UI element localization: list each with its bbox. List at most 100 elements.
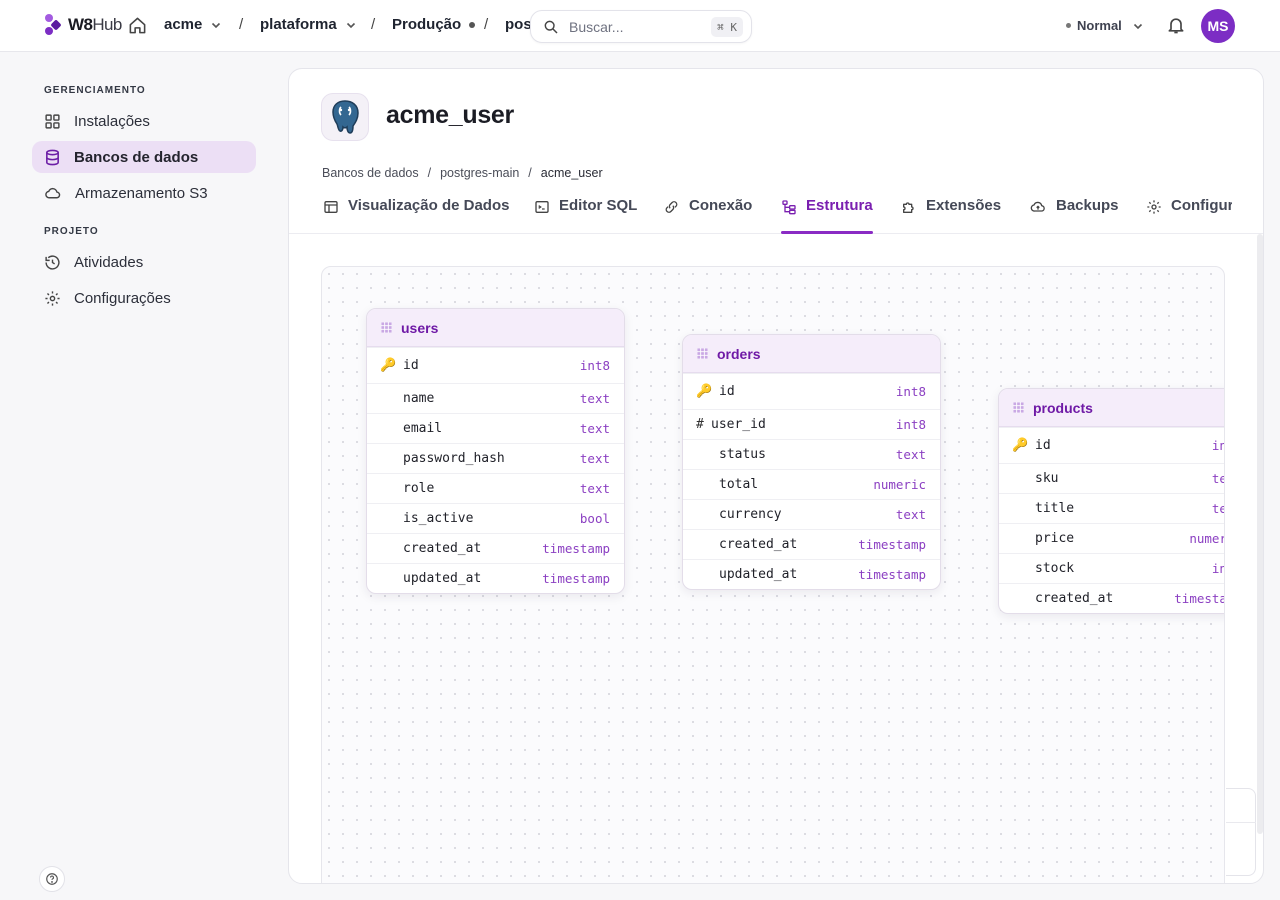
project-name: plataforma — [260, 16, 337, 33]
help-button[interactable] — [39, 866, 65, 892]
table-node-products[interactable]: products 🔑 id int8 sku text title text pri… — [998, 388, 1224, 614]
breadcrumb-item-instance[interactable]: postgres-main — [440, 166, 519, 180]
breadcrumb-separator: / — [427, 166, 432, 180]
gear-icon — [45, 290, 60, 306]
cloud-icon — [45, 187, 61, 198]
column-row[interactable]: # user_id int8 — [683, 409, 940, 439]
breadcrumb-separator: / — [528, 166, 532, 180]
column-type: timestamp — [858, 537, 926, 552]
column-name: id — [1035, 438, 1051, 453]
column-name: is_active — [403, 511, 474, 526]
resource-name: pos — [505, 16, 532, 33]
table-node-orders[interactable]: orders 🔑 id int8 # user_id int8 status te… — [682, 334, 941, 590]
bell-icon[interactable] — [1166, 15, 1186, 35]
column-row[interactable]: currency text — [683, 499, 940, 529]
table-grid-icon — [1013, 402, 1024, 413]
column-row[interactable]: 🔑 id int8 — [999, 427, 1224, 463]
column-row[interactable]: stock int4 — [999, 553, 1224, 583]
column-type: int8 — [895, 384, 926, 399]
tab-label: Conexão — [689, 197, 753, 214]
column-row[interactable]: price numeric — [999, 523, 1224, 553]
column-type: text — [895, 507, 926, 522]
column-row[interactable]: updated_at timestamp — [367, 563, 624, 593]
org-switcher[interactable]: acme — [164, 16, 222, 33]
table-icon — [324, 201, 338, 213]
breadcrumb-item-databases[interactable]: Bancos de dados — [322, 166, 419, 180]
column-type: text — [579, 391, 610, 406]
environment-switcher[interactable]: Produção — [392, 16, 476, 33]
search-input[interactable]: Buscar... ⌘ K — [530, 10, 752, 43]
home-icon[interactable] — [128, 16, 147, 35]
schema-canvas[interactable]: users 🔑 id int8 name text email text passw… — [321, 266, 1225, 883]
sidebar-item-s3-storage[interactable]: Armazenamento S3 — [32, 177, 256, 209]
project-switcher[interactable]: plataforma — [260, 16, 357, 33]
tab-connection[interactable]: Conexão — [663, 197, 752, 234]
tab-data-view[interactable]: Visualização de Dados — [323, 197, 509, 234]
sidebar-item-settings[interactable]: Configurações — [32, 282, 256, 314]
brand-logo[interactable]: W8Hub — [43, 12, 122, 38]
cloud-upload-icon — [1030, 201, 1045, 212]
column-row[interactable]: updated_at timestamp — [683, 559, 940, 589]
column-row[interactable]: created_at timestamp — [367, 533, 624, 563]
top-bar: W8Hub acme / plataforma / Produção / pos… — [0, 0, 1280, 52]
table-node-header[interactable]: products — [999, 389, 1224, 427]
table-name: users — [401, 319, 439, 336]
tab-extensions[interactable]: Extensões — [901, 197, 1001, 234]
column-type: text — [579, 421, 610, 436]
column-row[interactable]: 🔑 id int8 — [367, 347, 624, 383]
sidebar-item-label: Bancos de dados — [74, 148, 199, 166]
environment-name: Produção — [392, 16, 462, 33]
column-row[interactable]: role text — [367, 473, 624, 503]
column-type: bool — [579, 511, 610, 526]
avatar[interactable]: MS — [1201, 9, 1235, 43]
resource-switcher[interactable]: pos — [505, 16, 532, 33]
column-row[interactable]: email text — [367, 413, 624, 443]
column-type: int8 — [579, 358, 610, 373]
column-row[interactable]: password_hash text — [367, 443, 624, 473]
chevron-down-icon — [212, 22, 221, 28]
tab-backups[interactable]: Backups — [1029, 197, 1119, 234]
org-name: acme — [164, 16, 203, 33]
column-row[interactable]: status text — [683, 439, 940, 469]
column-row[interactable]: is_active bool — [367, 503, 624, 533]
sidebar-item-installations[interactable]: Instalações — [32, 105, 256, 137]
column-row[interactable]: sku text — [999, 463, 1224, 493]
column-row[interactable]: total numeric — [683, 469, 940, 499]
column-row[interactable]: name text — [367, 383, 624, 413]
table-node-header[interactable]: orders — [683, 335, 940, 373]
column-type: text — [895, 447, 926, 462]
environment-status-dot — [469, 21, 476, 28]
column-row[interactable]: created_at timestamp — [999, 583, 1224, 613]
column-type: timestamp — [1174, 591, 1224, 606]
sidebar-item-activities[interactable]: Atividades — [32, 246, 256, 278]
table-name: products — [1033, 399, 1093, 416]
column-type: text — [579, 481, 610, 496]
sidebar-item-databases[interactable]: Bancos de dados — [32, 141, 256, 173]
grid-icon — [45, 113, 60, 129]
mode-selector[interactable]: Normal — [1066, 18, 1144, 33]
scrollbar[interactable] — [1257, 234, 1263, 834]
tab-label: Configur — [1171, 197, 1232, 214]
key-icon: 🔑 — [1012, 438, 1029, 453]
tab-sql-editor[interactable]: Editor SQL — [534, 197, 637, 234]
logo-mark-icon — [45, 14, 61, 35]
column-row[interactable]: 🔑 id int8 — [683, 373, 940, 409]
column-name: total — [719, 477, 759, 492]
column-name: id — [403, 358, 419, 373]
column-name: email — [403, 421, 443, 436]
column-row[interactable]: title text — [999, 493, 1224, 523]
database-icon — [46, 149, 59, 165]
column-name: updated_at — [403, 571, 482, 586]
table-node-header[interactable]: users — [367, 309, 624, 347]
column-type: int8 — [1211, 438, 1224, 453]
column-name: created_at — [719, 537, 798, 552]
column-type: timestamp — [542, 571, 610, 586]
table-node-users[interactable]: users 🔑 id int8 name text email text passw… — [366, 308, 625, 594]
terminal-icon — [535, 201, 549, 213]
canvas-zoom-controls[interactable] — [1226, 788, 1256, 876]
puzzle-icon — [903, 202, 914, 213]
tab-structure[interactable]: Estrutura — [781, 197, 873, 234]
column-row[interactable]: created_at timestamp — [683, 529, 940, 559]
column-type: text — [1211, 501, 1224, 516]
tab-settings[interactable]: Configur — [1146, 197, 1232, 234]
